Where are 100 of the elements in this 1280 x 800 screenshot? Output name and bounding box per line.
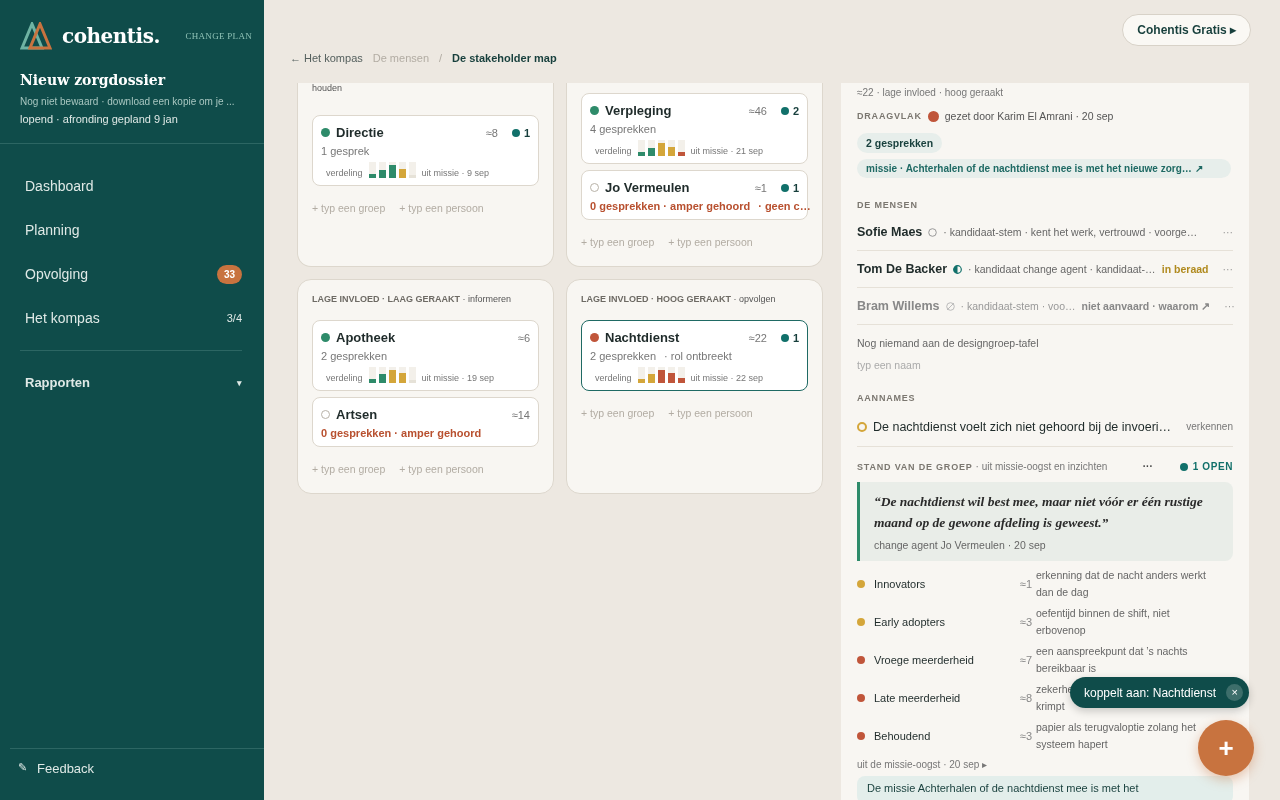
stakeholder-card[interactable]: Apotheek ≈6 2 gesprekken verdeling uit missie · 19 sep bbox=[312, 320, 539, 391]
support-note: gezet door Karim El Amrani · 20 sep bbox=[944, 110, 1114, 122]
breadcrumb-current: De stakeholder map bbox=[452, 52, 557, 64]
quote-text: “De nachtdienst wil best mee, maar niet vóór er één rustige maand op de gewone afdeling is geweest.” bbox=[874, 493, 1204, 532]
segment-need: papier als terugvaloptie zolang het systeem hapert bbox=[1036, 720, 1197, 752]
card-title: Nachtdienst bbox=[605, 330, 680, 345]
person-description: · kandidaat-stem · voo… bbox=[960, 300, 1076, 312]
segment-name: Behoudend bbox=[874, 730, 932, 742]
more-icon[interactable]: ··· bbox=[1142, 461, 1153, 472]
card-meta: 0 gesprekken · amper gehoord bbox=[321, 427, 482, 439]
source-note: uit missie · 21 sep bbox=[690, 146, 764, 156]
section-heading: STAND VAN DE GROEP bbox=[857, 461, 973, 472]
distribution-label: verdeling bbox=[326, 373, 363, 383]
plan-button[interactable]: Cohentis Gratis ▸ bbox=[1122, 14, 1251, 46]
stakeholder-card[interactable]: Jo Vermeulen ≈1 1 0 gesprekken · amper gehoord · geen c… bbox=[581, 170, 808, 220]
open-count: 1 bbox=[511, 126, 530, 139]
logo-icon bbox=[20, 22, 52, 50]
ring-icon bbox=[857, 421, 867, 432]
empty-note: Nog niemand aan de designgroep-tafel bbox=[857, 337, 1040, 349]
size-count: ≈22 bbox=[748, 331, 767, 344]
quadrant-title: LAGE INVLOED · LAAG GERAAKT bbox=[312, 294, 461, 304]
stakeholder-card[interactable]: Nachtdienst ≈22 1 2 gesprekken · rol ontbreekt verdeling uit missie · 22 sep bbox=[581, 320, 808, 391]
person-row[interactable]: Sofie Maes · kandidaat-stem · kent het werk, vertrouwd · voorge… ··· bbox=[857, 214, 1233, 251]
source-link[interactable]: uit de missie-oogst · 20 sep ▸ bbox=[857, 759, 988, 770]
progress-count: 3/4 bbox=[226, 312, 242, 324]
assumption-state: verkennen bbox=[1186, 421, 1233, 432]
change-plan-link[interactable]: CHANGE PLAN bbox=[185, 31, 252, 41]
nav-item-label[interactable]: Dashboard bbox=[25, 178, 94, 194]
section-subtitle: · uit missie-oogst en inzichten bbox=[975, 461, 1108, 472]
card-meta: 2 gesprekken bbox=[321, 350, 388, 362]
stakeholder-card[interactable]: Artsen ≈14 0 gesprekken · amper gehoord bbox=[312, 397, 539, 447]
caret-icon[interactable]: ▾ bbox=[237, 377, 242, 388]
section-label: DRAAGVLAK bbox=[857, 111, 922, 121]
person-row[interactable]: Tom De Backer · kandidaat change agent · kandidaat-… in beraad ··· bbox=[857, 251, 1233, 288]
segment-count: ≈8 bbox=[1018, 692, 1033, 704]
conversation-tag: 2 gesprekken bbox=[857, 133, 943, 153]
size-count: ≈46 bbox=[748, 104, 767, 117]
quadrant-title: LAGE INVLOED · HOOG GERAAKT bbox=[581, 294, 732, 304]
section-heading: DE MENSEN bbox=[857, 200, 919, 210]
source-note: uit missie · 19 sep bbox=[421, 373, 495, 383]
segment-name: Early adopters bbox=[874, 616, 946, 628]
card-title: Verpleging bbox=[605, 103, 672, 118]
mission-link[interactable]: missie · Achterhalen of de nachtdienst mee is met het nieuwe zorg… ↗ bbox=[857, 159, 1231, 178]
reports-label[interactable]: Rapporten bbox=[25, 375, 90, 390]
card-title: Artsen bbox=[336, 407, 378, 422]
person-status: in beraad bbox=[1161, 263, 1209, 275]
person-name: Sofie Maes bbox=[857, 225, 923, 239]
dossier-title: Nieuw zorgdossier bbox=[20, 72, 167, 88]
open-count: 2 bbox=[780, 104, 799, 117]
segment-count: ≈7 bbox=[1018, 654, 1033, 666]
quadrant-action: · informeren bbox=[462, 294, 511, 304]
segment-count: ≈3 bbox=[1018, 616, 1033, 628]
dossier-note: Nog niet bewaard · download een kopie om je ... bbox=[20, 96, 236, 107]
size-count: ≈14 bbox=[511, 408, 530, 421]
card-title: Directie bbox=[336, 125, 384, 140]
close-button[interactable]: × bbox=[1226, 684, 1244, 701]
feedback-link[interactable]: Feedback bbox=[37, 761, 95, 776]
back-link[interactable]: ← Het kompas bbox=[290, 52, 363, 64]
stakeholder-card[interactable]: Verpleging ≈46 2 4 gesprekken verdeling uit missie · 21 sep bbox=[581, 93, 808, 164]
quote-author: change agent Jo Vermeulen · 20 sep bbox=[874, 539, 1047, 551]
card-title: Jo Vermeulen bbox=[605, 180, 690, 195]
person-status: niet aanvaard · waarom ↗ bbox=[1081, 300, 1211, 312]
mission-summary: De missie Achterhalen of de nachtdienst mee is met het bbox=[857, 776, 1233, 800]
open-count: 1 bbox=[780, 331, 799, 344]
breadcrumb-separator: / bbox=[439, 52, 443, 64]
open-count: 1 bbox=[780, 181, 799, 194]
segment-count: ≈3 bbox=[1018, 730, 1033, 742]
person-description: · kandidaat change agent · kandidaat-… bbox=[968, 263, 1156, 275]
pencil-icon: ✎ bbox=[18, 761, 27, 776]
nav-item-label[interactable]: Het kompas bbox=[25, 310, 100, 326]
status-dot bbox=[590, 183, 599, 192]
quadrant-action: houden bbox=[312, 83, 343, 93]
person-description: · kandidaat-stem · kent het werk, vertrouwd · voorge… bbox=[943, 226, 1198, 238]
nav-item-label[interactable]: Opvolging bbox=[25, 266, 89, 282]
segment-count: ≈1 bbox=[1018, 578, 1033, 590]
person-name: Bram Willems bbox=[857, 299, 940, 313]
card-meta: · rol ontbreekt bbox=[664, 350, 732, 362]
card-meta: 1 gesprek bbox=[321, 145, 370, 157]
source-note: uit missie · 22 sep bbox=[690, 373, 764, 383]
card-meta: 2 gesprekken bbox=[590, 350, 657, 362]
summary-text: ≈22 · lage invloed · hoog geraakt bbox=[857, 87, 1005, 98]
person-name: Tom De Backer bbox=[857, 262, 948, 276]
section-heading: AANNAMES bbox=[857, 393, 917, 403]
open-count: 1 OPEN bbox=[1179, 461, 1233, 472]
distribution-label: verdeling bbox=[595, 146, 632, 156]
segment-name: Innovators bbox=[874, 578, 927, 590]
card-title: Apotheek bbox=[336, 330, 396, 345]
card-meta: · geen c… bbox=[758, 200, 811, 212]
card-meta: 4 gesprekken bbox=[590, 123, 657, 135]
assumption-text[interactable]: De nachtdienst voelt zich niet gehoord bij de invoeri… bbox=[873, 419, 1172, 434]
name-input[interactable]: typ een naam bbox=[857, 359, 1057, 371]
quadrant-action: · opvolgen bbox=[733, 294, 776, 304]
stakeholder-card[interactable]: Directie ≈8 1 1 gesprek verdeling uit missie · 9 sep bbox=[312, 115, 539, 186]
size-count: ≈1 bbox=[754, 181, 767, 194]
segment-name: Late meerderheid bbox=[874, 692, 962, 704]
size-count: ≈8 bbox=[485, 126, 498, 139]
nav-item-label[interactable]: Planning bbox=[25, 222, 80, 238]
toast-text: koppelt aan: Nachtdienst bbox=[1084, 685, 1217, 700]
distribution-label: verdeling bbox=[326, 168, 363, 178]
source-note: uit missie · 9 sep bbox=[421, 168, 490, 178]
